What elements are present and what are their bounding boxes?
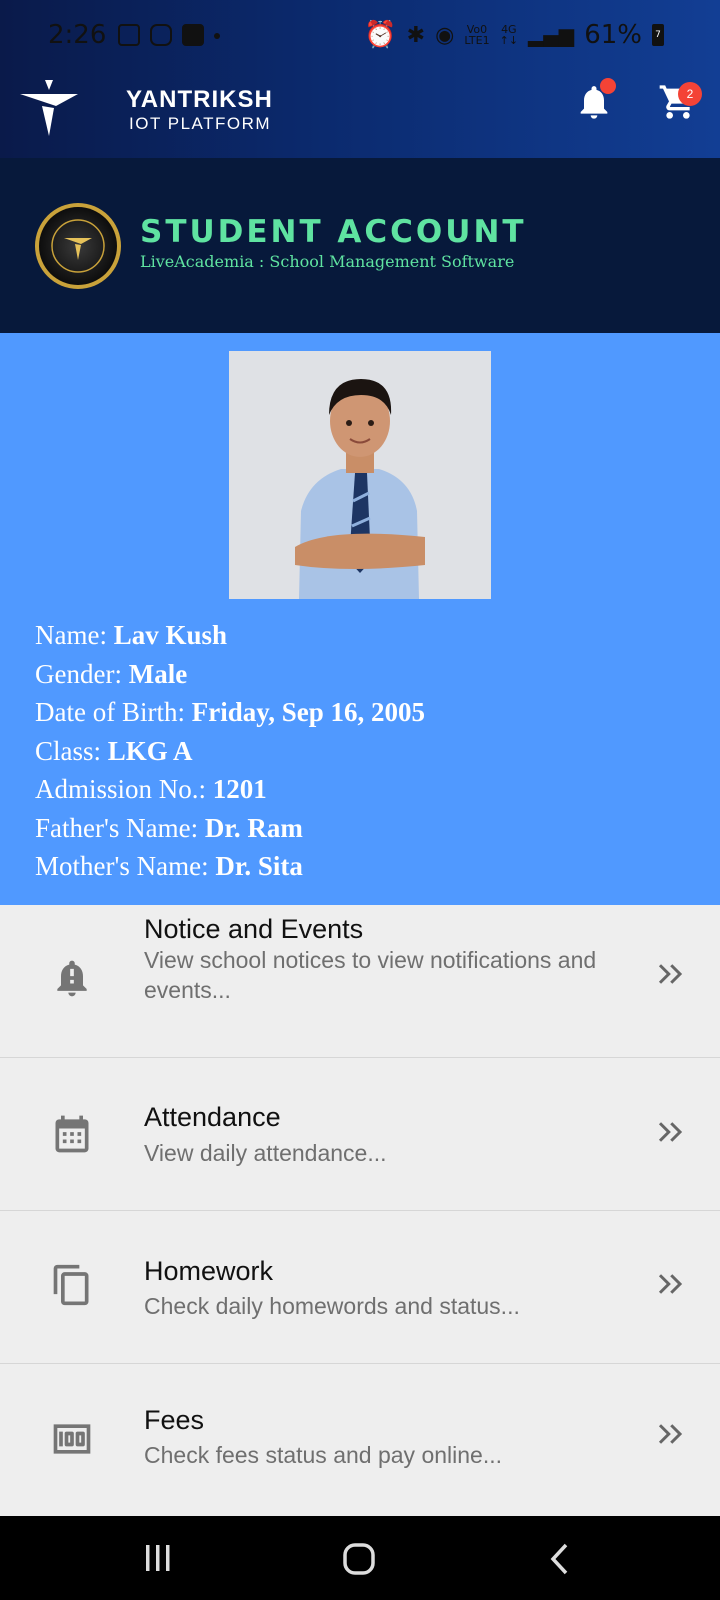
alarm-icon: ⏰ (364, 20, 397, 50)
feature-menu: Notice and Events View school notices to… (0, 905, 720, 1516)
status-time: 2:26 (48, 20, 107, 50)
system-nav-bar (0, 1516, 720, 1600)
student-photo (229, 351, 491, 599)
status-bar: 2:26 ⏰ ✱ ◉ Vo0 LTE1 4G ↑↓ ▂▄▆ 61% 7 (0, 0, 720, 70)
detail-admission-no: Admission No.: 1201 (35, 774, 267, 804)
menu-item-description: Check daily homewords and status... (144, 1293, 520, 1319)
detail-class: Class: LKG A (35, 735, 193, 766)
account-title: STUDENT ACCOUNT (140, 214, 527, 250)
copy-icon (53, 1264, 89, 1306)
menu-item-description: View daily attendance... (144, 1140, 387, 1166)
double-chevron-right-icon (658, 1122, 683, 1142)
double-chevron-right-icon (658, 1424, 683, 1444)
calendar-icon (55, 1115, 89, 1153)
detail-father-name: Father's Name: Dr. Ram (35, 812, 303, 843)
bluetooth-icon: ✱ (406, 22, 426, 48)
network-type-indicator: 4G ↑↓ (499, 23, 519, 47)
account-subtitle: LiveAcademia : School Management Softwar… (140, 252, 515, 271)
app-notification-icon (182, 24, 204, 46)
menu-item-homework[interactable]: Homework Check daily homewords and statu… (0, 1211, 720, 1364)
detail-name: Name: Lav Kush (35, 620, 228, 650)
recent-apps-icon[interactable] (142, 1542, 174, 1574)
instagram-icon (150, 24, 172, 46)
menu-item-attendance[interactable]: Attendance View daily attendance... (0, 1058, 720, 1211)
app-header: 2:26 ⏰ ✱ ◉ Vo0 LTE1 4G ↑↓ ▂▄▆ 61% 7 YANTRI… (0, 0, 720, 158)
detail-gender: Gender: Male (35, 658, 188, 689)
brand-name: YANTRIKSH (126, 86, 273, 113)
student-profile: Name: Lav Kush Gender: Male Date of Birt… (0, 333, 720, 905)
double-chevron-right-icon (658, 964, 683, 984)
gallery-icon (118, 24, 140, 46)
brand-logo-icon (20, 80, 78, 136)
battery-percent: 61% (584, 20, 642, 50)
money-icon (53, 1424, 91, 1454)
menu-item-description: View school notices to view notification… (144, 947, 597, 1003)
detail-dob: Date of Birth: Friday, Sep 16, 2005 (35, 697, 425, 727)
menu-item-title: Attendance (144, 1102, 281, 1132)
hotspot-icon: ◉ (435, 22, 455, 48)
menu-item-title: Fees (144, 1405, 205, 1435)
cart-count-badge: 2 (678, 82, 702, 106)
back-icon[interactable] (548, 1542, 572, 1576)
menu-item-title: Notice and Events (144, 914, 364, 944)
detail-mother-name: Mother's Name: Dr. Sita (35, 851, 303, 881)
menu-item-description: Check fees status and pay online... (144, 1442, 502, 1468)
volte-indicator: Vo0 LTE1 (464, 23, 490, 47)
menu-item-notice-events[interactable]: Notice and Events View school notices to… (0, 905, 720, 1058)
brand-subtitle: IOT PLATFORM (129, 114, 272, 133)
student-details: Name: Lav Kush Gender: Male Date of Birt… (35, 616, 425, 886)
home-icon[interactable] (342, 1542, 376, 1576)
battery-icon: 7 (652, 24, 664, 46)
bell-icon (57, 960, 87, 997)
account-banner: STUDENT ACCOUNT LiveAcademia : School Ma… (0, 158, 720, 333)
more-notifications-icon (214, 33, 220, 39)
school-seal-logo (35, 203, 121, 289)
notification-dot (600, 78, 616, 94)
menu-item-title: Homework (144, 1256, 274, 1286)
signal-icon: ▂▄▆ (528, 23, 575, 47)
menu-item-fees[interactable]: Fees Check fees status and pay online... (0, 1364, 720, 1516)
double-chevron-right-icon (658, 1274, 683, 1294)
